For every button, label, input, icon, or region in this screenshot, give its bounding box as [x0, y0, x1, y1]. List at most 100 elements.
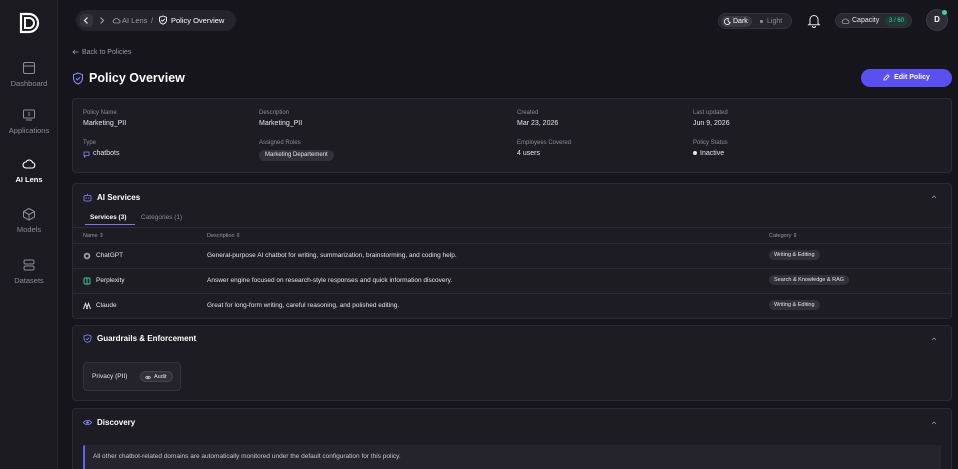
shield-check-icon: [159, 15, 167, 25]
service-name: ChatGPT: [96, 252, 124, 259]
sidebar-item-datasets[interactable]: Datasets: [0, 258, 58, 285]
shield-check-icon: [83, 334, 92, 343]
column-header-name[interactable]: Name ⇕: [83, 233, 104, 239]
theme-light-option[interactable]: Light: [755, 16, 786, 27]
sidebar-item-label: Datasets: [14, 276, 44, 285]
back-to-policies-link[interactable]: Back to Policies: [72, 49, 131, 56]
policy-status-label: Policy Status: [693, 140, 728, 146]
service-description: Answer engine focused on research-style …: [207, 277, 453, 284]
back-arrow-button[interactable]: [80, 14, 93, 27]
role-chip: Marketing Departement: [259, 150, 334, 161]
datasets-icon: [23, 259, 35, 271]
bell-icon[interactable]: [807, 13, 821, 28]
sidebar-item-label: Dashboard: [10, 79, 48, 88]
capacity-label: Capacity: [852, 17, 880, 24]
sidebar-item-label: AI Lens: [15, 175, 43, 184]
last-updated-value: Jun 9, 2026: [693, 120, 730, 127]
applications-icon: [23, 109, 35, 121]
online-status-dot: [942, 10, 947, 15]
chevron-up-icon[interactable]: [931, 194, 937, 200]
discovery-title: Discovery: [97, 418, 136, 427]
sidebar-item-models[interactable]: Models: [0, 207, 58, 234]
active-tab-indicator: [85, 224, 135, 225]
cube-icon: [23, 207, 35, 221]
theme-toggle[interactable]: Dark Light: [718, 13, 792, 29]
audit-label: Audit: [154, 374, 167, 380]
ai-services-card: AI Services Services (3) Categories (1) …: [72, 183, 952, 319]
page-title: Policy Overview: [89, 71, 185, 85]
discovery-notice: All other chatbot-related domains are au…: [83, 445, 941, 469]
discovery-card: Discovery All other chatbot-related doma…: [72, 408, 952, 469]
chatgpt-icon: [83, 252, 91, 260]
capacity-badge: 3 / 60: [885, 16, 909, 26]
service-description: General-purpose AI chatbot for writing, …: [207, 252, 457, 259]
sidebar: Dashboard Applications AI Lens Models Da…: [0, 0, 58, 469]
last-updated-label: Last updated: [693, 110, 728, 116]
chevron-right-icon: [100, 17, 105, 24]
service-name: Perplexity: [96, 277, 125, 284]
chevron-left-icon: [83, 17, 88, 24]
category-chip: Search & Knowledge & RAG: [769, 275, 850, 285]
breadcrumb-current: Policy Overview: [171, 16, 225, 25]
guardrail-label: Privacy (PII): [92, 373, 128, 380]
column-header-category[interactable]: Category ⇕: [769, 233, 797, 239]
sidebar-item-label: Models: [16, 225, 42, 234]
chat-icon: [83, 151, 90, 158]
perplexity-icon: [83, 277, 91, 285]
shield-check-icon: [72, 72, 84, 85]
category-chip: Writing & Editing: [769, 300, 820, 310]
moon-icon: [724, 18, 731, 25]
logo-icon[interactable]: [18, 12, 40, 34]
theme-light-label: Light: [767, 18, 783, 25]
policy-status-text: Inactive: [700, 150, 725, 157]
category-chip: Writing & Editing: [769, 250, 820, 260]
sidebar-item-applications[interactable]: Applications: [0, 108, 58, 135]
breadcrumb-parent[interactable]: AI Lens: [122, 16, 147, 25]
table-header: Name ⇕ Description ⇕ Category ⇕: [73, 227, 951, 244]
tab-categories[interactable]: Categories (1): [141, 214, 182, 221]
edit-policy-label: Edit Policy: [894, 74, 930, 81]
policy-name-label: Policy Name: [83, 110, 117, 116]
chevron-up-icon[interactable]: [931, 420, 937, 426]
guardrails-title: Guardrails & Enforcement: [97, 334, 197, 343]
guardrails-card: Guardrails & Enforcement Privacy (PII) A…: [72, 325, 952, 401]
table-row[interactable]: ChatGPT General-purpose AI chatbot for w…: [73, 244, 951, 269]
sidebar-item-label: Applications: [8, 126, 50, 135]
column-header-description[interactable]: Description ⇕: [207, 233, 241, 239]
sun-icon: [759, 19, 764, 24]
theme-dark-option[interactable]: Dark: [721, 16, 752, 27]
edit-policy-button[interactable]: Edit Policy: [861, 69, 952, 87]
assigned-roles-label: Assigned Roles: [259, 140, 301, 146]
policy-name-value: Marketing_PII: [83, 120, 127, 127]
eye-icon: [145, 375, 151, 380]
eye-icon: [83, 420, 92, 425]
cloud-icon: [22, 159, 36, 169]
sidebar-item-dashboard[interactable]: Dashboard: [0, 61, 58, 88]
theme-dark-label: Dark: [733, 18, 748, 25]
discovery-notice-text: All other chatbot-related domains are au…: [93, 453, 401, 460]
guardrail-item[interactable]: Privacy (PII) Audit: [83, 362, 181, 391]
employees-covered-value: 4 users: [517, 150, 540, 157]
service-description: Great for long-form writing, careful rea…: [207, 302, 400, 309]
created-value: Mar 23, 2026: [517, 120, 559, 127]
audit-badge: Audit: [140, 371, 173, 382]
arrow-left-icon: [72, 49, 79, 55]
chevron-up-icon[interactable]: [931, 336, 937, 342]
sidebar-item-ai-lens[interactable]: AI Lens: [0, 157, 58, 184]
edit-icon: [883, 73, 890, 81]
tab-services[interactable]: Services (3): [90, 214, 127, 221]
dashboard-icon: [23, 62, 35, 74]
cloud-icon: [841, 18, 850, 24]
policy-status-value: Inactive: [693, 150, 724, 157]
capacity-indicator[interactable]: Capacity 3 / 60: [835, 13, 912, 28]
policy-details-card: Policy Name Marketing_PII Description Ma…: [72, 98, 952, 173]
status-dot: [693, 151, 697, 156]
type-label: Type: [83, 140, 97, 146]
table-row[interactable]: Claude Great for long-form writing, care…: [73, 294, 951, 319]
created-label: Created: [517, 110, 539, 116]
service-name: Claude: [96, 302, 117, 309]
table-row[interactable]: Perplexity Answer engine focused on rese…: [73, 269, 951, 294]
ai-services-title: AI Services: [97, 193, 141, 202]
type-value: chatbots: [93, 150, 120, 157]
forward-arrow-button[interactable]: [95, 14, 108, 27]
